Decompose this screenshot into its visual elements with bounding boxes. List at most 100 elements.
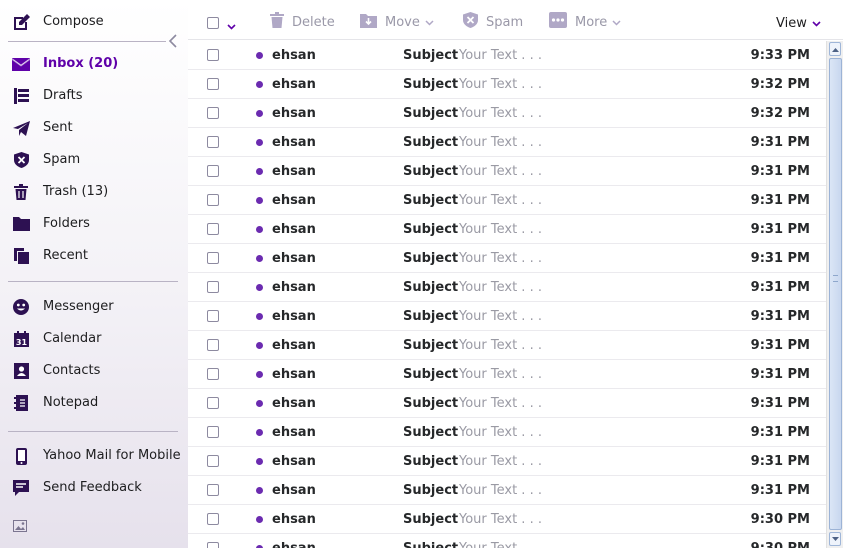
more-button[interactable]: More [549, 12, 621, 32]
unread-indicator[interactable] [256, 429, 263, 436]
message-row[interactable]: ehsan Subject Your Text . . . 9:31 PM [188, 215, 826, 244]
message-sender: ehsan [272, 541, 316, 548]
message-checkbox[interactable] [207, 194, 219, 206]
message-row[interactable]: ehsan Subject Your Text . . . 9:31 PM [188, 186, 826, 215]
message-row[interactable]: ehsan Subject Your Text . . . 9:31 PM [188, 476, 826, 505]
scroll-up-button[interactable] [829, 42, 841, 56]
chevron-down-icon [612, 15, 621, 30]
collapse-sidebar-button[interactable] [168, 34, 180, 48]
sidebar-item-spam[interactable]: Spam [0, 148, 188, 172]
scrollbar-grip [833, 275, 838, 282]
sidebar-item-send-feedback[interactable]: Send Feedback [0, 476, 188, 500]
message-row[interactable]: ehsan Subject Your Text . . . 9:31 PM [188, 360, 826, 389]
message-snippet: Your Text . . . [459, 135, 542, 150]
message-row[interactable]: ehsan Subject Your Text . . . 9:30 PM [188, 534, 826, 548]
message-checkbox[interactable] [207, 513, 219, 525]
message-snippet: Your Text . . . [459, 77, 542, 92]
message-time: 9:31 PM [750, 454, 810, 469]
move-button[interactable]: Move [360, 12, 434, 32]
sidebar-item-drafts[interactable]: Drafts [0, 84, 188, 108]
message-row[interactable]: ehsan Subject Your Text . . . 9:32 PM [188, 70, 826, 99]
message-checkbox[interactable] [207, 252, 219, 264]
sidebar-item-calendar[interactable]: 31 Calendar [0, 327, 188, 351]
sidebar-item-recent[interactable]: Recent [0, 244, 188, 268]
sidebar-item-label: Inbox (20) [43, 56, 119, 71]
message-row[interactable]: ehsan Subject Your Text . . . 9:30 PM [188, 505, 826, 534]
message-time: 9:31 PM [750, 135, 810, 150]
message-checkbox[interactable] [207, 136, 219, 148]
unread-indicator[interactable] [256, 255, 263, 262]
message-row[interactable]: ehsan Subject Your Text . . . 9:31 PM [188, 157, 826, 186]
message-row[interactable]: ehsan Subject Your Text . . . 9:31 PM [188, 302, 826, 331]
spam-button[interactable]: Spam [463, 12, 523, 32]
message-checkbox[interactable] [207, 397, 219, 409]
message-row[interactable]: ehsan Subject Your Text . . . 9:31 PM [188, 128, 826, 157]
message-checkbox[interactable] [207, 484, 219, 496]
trash-icon [270, 12, 284, 32]
message-snippet: Your Text . . . [459, 483, 542, 498]
unread-indicator[interactable] [256, 458, 263, 465]
sidebar-item-label: Spam [43, 152, 81, 167]
message-time: 9:32 PM [750, 77, 810, 92]
message-time: 9:31 PM [750, 338, 810, 353]
unread-indicator[interactable] [256, 487, 263, 494]
message-row[interactable]: ehsan Subject Your Text . . . 9:31 PM [188, 418, 826, 447]
message-checkbox[interactable] [207, 426, 219, 438]
unread-indicator[interactable] [256, 342, 263, 349]
unread-indicator[interactable] [256, 516, 263, 523]
message-row[interactable]: ehsan Subject Your Text . . . 9:32 PM [188, 99, 826, 128]
unread-indicator[interactable] [256, 226, 263, 233]
message-checkbox[interactable] [207, 542, 219, 548]
message-checkbox[interactable] [207, 49, 219, 61]
unread-indicator[interactable] [256, 110, 263, 117]
compose-button[interactable]: Compose [0, 10, 188, 34]
unread-indicator[interactable] [256, 168, 263, 175]
unread-indicator[interactable] [256, 400, 263, 407]
sidebar-item-folders[interactable]: Folders [0, 212, 188, 236]
trash-icon [12, 184, 30, 200]
chevron-down-icon [812, 16, 821, 31]
unread-indicator[interactable] [256, 313, 263, 320]
unread-indicator[interactable] [256, 371, 263, 378]
delete-button[interactable]: Delete [270, 12, 335, 32]
message-checkbox[interactable] [207, 455, 219, 467]
mobile-phone-icon [12, 447, 30, 465]
message-checkbox[interactable] [207, 339, 219, 351]
message-row[interactable]: ehsan Subject Your Text . . . 9:31 PM [188, 273, 826, 302]
message-row[interactable]: ehsan Subject Your Text . . . 9:33 PM [188, 41, 826, 70]
scrollbar-thumb[interactable] [829, 58, 842, 530]
unread-indicator[interactable] [256, 52, 263, 59]
divider [8, 41, 166, 42]
shield-icon [463, 12, 478, 32]
message-sender: ehsan [272, 106, 316, 121]
sidebar-item-notepad[interactable]: Notepad [0, 391, 188, 415]
message-checkbox[interactable] [207, 78, 219, 90]
message-checkbox[interactable] [207, 281, 219, 293]
message-checkbox[interactable] [207, 310, 219, 322]
sidebar-item-yahoo-mail-mobile[interactable]: Yahoo Mail for Mobile [0, 444, 188, 468]
message-row[interactable]: ehsan Subject Your Text . . . 9:31 PM [188, 331, 826, 360]
message-checkbox[interactable] [207, 368, 219, 380]
sidebar-item-inbox[interactable]: Inbox (20) [0, 52, 188, 76]
unread-indicator[interactable] [256, 81, 263, 88]
unread-indicator[interactable] [256, 284, 263, 291]
scroll-down-button[interactable] [829, 532, 841, 546]
sidebar-item-contacts[interactable]: Contacts [0, 359, 188, 383]
unread-indicator[interactable] [256, 197, 263, 204]
select-all-checkbox[interactable] [207, 17, 219, 29]
message-row[interactable]: ehsan Subject Your Text . . . 9:31 PM [188, 244, 826, 273]
view-dropdown-button[interactable]: View [776, 16, 821, 31]
message-row[interactable]: ehsan Subject Your Text . . . 9:31 PM [188, 389, 826, 418]
image-icon[interactable] [13, 520, 27, 536]
unread-indicator[interactable] [256, 139, 263, 146]
sidebar-item-messenger[interactable]: Messenger [0, 295, 188, 319]
sidebar-item-trash[interactable]: Trash (13) [0, 180, 188, 204]
message-checkbox[interactable] [207, 165, 219, 177]
message-row[interactable]: ehsan Subject Your Text . . . 9:31 PM [188, 447, 826, 476]
message-checkbox[interactable] [207, 223, 219, 235]
sidebar-item-sent[interactable]: Sent [0, 116, 188, 140]
message-checkbox[interactable] [207, 107, 219, 119]
select-options-dropdown[interactable] [227, 19, 236, 34]
vertical-scrollbar[interactable] [826, 41, 843, 548]
sidebar-item-label: Recent [43, 248, 88, 263]
